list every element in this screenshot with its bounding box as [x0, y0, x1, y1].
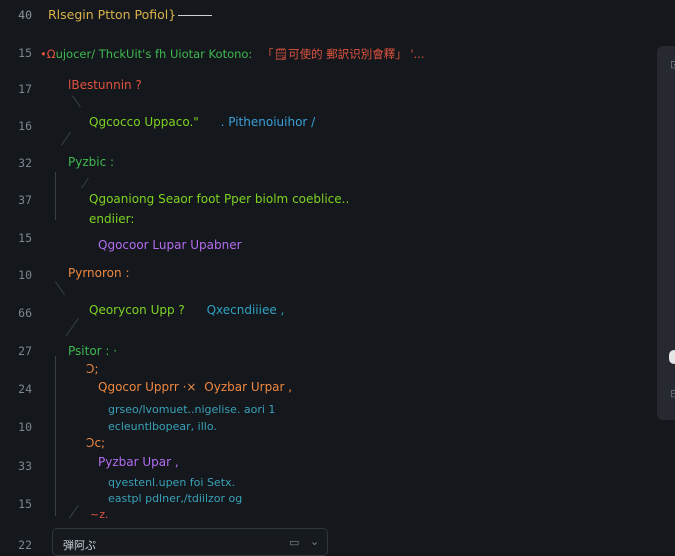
code-line: •Ωujocer/ ThckUit's fh Uiotar Kotono: 「🗒… [40, 47, 425, 61]
indent-guide [55, 172, 56, 220]
chevron-down-icon[interactable]: ⌄ [310, 535, 319, 548]
code-line: grseo/lvomuet..nigelise. aori 1 [108, 403, 276, 416]
indent-guide [55, 356, 56, 516]
line-number: 33 [18, 459, 32, 473]
file-title: Rlsegin Ptton Pofiol} [48, 7, 177, 22]
title-underline [178, 15, 213, 16]
line-number-gutter: 40 15 17 16 32 37 15 10 66 27 24 10 33 1… [0, 0, 40, 553]
file-title-line: Rlsegin Ptton Pofiol} [48, 7, 213, 22]
code-line: Qgoaniong Seaor foot Pper biolm coeblice… [89, 192, 350, 206]
code-line: Pyzbic : [68, 155, 115, 169]
bottom-selector-label: 弾阿ぷ [63, 539, 96, 552]
line-number: 17 [18, 82, 32, 96]
line-number: 66 [18, 306, 32, 320]
code-line: Pyzbar Upar , [98, 455, 179, 469]
code-line: ~z. [90, 508, 109, 521]
code-line: eastpl pdlner,/tdiilzor og [108, 492, 243, 505]
code-line: endiier: [89, 212, 135, 226]
indent-guide [81, 178, 89, 189]
line-number: 15 [18, 46, 32, 60]
line-number: 10 [18, 268, 32, 282]
line-number: 27 [18, 344, 32, 358]
code-line: Pyrnoron : [68, 266, 130, 280]
indent-guide [72, 95, 81, 108]
code-editor[interactable]: 40 15 17 16 32 37 15 10 66 27 24 10 33 1… [0, 0, 675, 556]
code-line: Ɔ; [86, 362, 99, 376]
code-line: lBestunnin ? [68, 78, 142, 92]
code-line: Qgocor Upprr ·× Oyzbar Urpar , [98, 380, 293, 394]
code-line: qyestenl.upen foi Setx. [108, 476, 236, 489]
indent-guide [68, 505, 79, 519]
code-line: Qeorycon Upp ? Qxecndiiiee , [89, 303, 285, 317]
bottom-selector[interactable]: 弾阿ぷ ▭ ⌄ [52, 528, 328, 556]
line-number: 10 [18, 420, 32, 434]
square-icon[interactable]: ▭ [289, 536, 299, 549]
minimap-top-icon: ⊡ [670, 58, 675, 71]
line-number: 22 [18, 538, 32, 552]
code-line: Qgocoor Lupar Upabner [98, 238, 242, 252]
code-line: ecleuntlbopear, illo. [108, 420, 217, 433]
line-number: 15 [18, 497, 32, 511]
line-number: 15 [18, 231, 32, 245]
indent-guide [60, 132, 71, 146]
code-line: Ɔc; [86, 436, 106, 450]
code-line: Psitor : · [68, 344, 118, 358]
line-number: 16 [18, 119, 32, 133]
line-number: 37 [18, 193, 32, 207]
line-number: 24 [18, 382, 32, 396]
indent-guide [55, 281, 65, 296]
code-line: Qgcocco Uppaco." . Pithenoiuihor / [89, 115, 316, 129]
indent-guide [65, 318, 79, 337]
minimap-bottom-icon: ⊟ [670, 387, 675, 400]
minimap-scroll-thumb[interactable] [669, 350, 675, 364]
line-number: 40 [18, 8, 32, 22]
line-number: 32 [18, 156, 32, 170]
